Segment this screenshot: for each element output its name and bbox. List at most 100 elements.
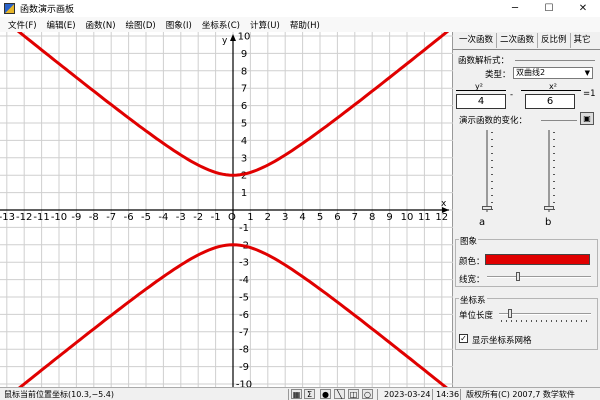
x-tick-label: 7 <box>352 212 358 223</box>
y-tick-label: -9 <box>239 362 249 373</box>
y-tick-label: -6 <box>239 310 249 321</box>
menu-edit[interactable]: 编辑(E) <box>42 19 81 31</box>
unit-tick <box>586 320 587 322</box>
slider-a-tick <box>491 139 493 140</box>
slider-a-tick <box>491 188 493 189</box>
line-tool-icon[interactable]: ╲ <box>334 389 345 399</box>
status-separator <box>460 389 461 400</box>
maximize-button[interactable]: ☐ <box>532 0 566 17</box>
slider-b-tick <box>553 132 555 133</box>
slider-b-tick <box>553 174 555 175</box>
unit-tick <box>506 320 507 322</box>
image-group-label: 图象 <box>459 235 479 247</box>
unit-tick <box>551 320 552 322</box>
grid-checkbox[interactable]: ✓ <box>459 334 468 343</box>
copyright: 版权所有(C) 2007,7 数学软件 <box>466 390 575 399</box>
x-tick-label: -13 <box>0 212 15 223</box>
status-date: 2023-03-24 <box>384 390 431 399</box>
menu-compute[interactable]: 计算(U) <box>245 19 285 31</box>
tab-linear[interactable]: 一次函数 <box>456 33 498 48</box>
slider-b-tick <box>553 146 555 147</box>
x-tick-label: 11 <box>418 212 431 223</box>
unit-thumb[interactable] <box>508 309 513 318</box>
unit-tick <box>576 320 577 322</box>
unit-tick <box>581 320 582 322</box>
point-tool-icon[interactable]: ● <box>320 389 331 399</box>
x-tick-label: -2 <box>193 212 203 223</box>
tab-other[interactable]: 其它 <box>571 33 594 48</box>
fraction-bar-a <box>456 90 506 91</box>
slider-a-tick <box>491 181 493 182</box>
fraction-bar-b <box>521 90 581 91</box>
save-icon[interactable]: ▣ <box>580 112 594 125</box>
x-tick-label: 2 <box>265 212 271 223</box>
polygon-tool-icon[interactable]: ◫ <box>348 389 359 399</box>
curve-type-select[interactable]: 双曲线2 ▼ <box>513 67 593 79</box>
slider-b-label: b <box>545 217 552 228</box>
unit-tick <box>541 320 542 322</box>
menu-function[interactable]: 函数(N) <box>81 19 121 31</box>
x-tick-label: 4 <box>299 212 305 223</box>
x-tick-label: 8 <box>369 212 375 223</box>
tab-inverse[interactable]: 反比例 <box>538 33 571 48</box>
menu-image[interactable]: 图象(I) <box>161 19 197 31</box>
sigma-icon[interactable]: Σ <box>304 389 315 399</box>
linewidth-thumb[interactable] <box>516 272 521 281</box>
color-swatch[interactable] <box>485 254 590 265</box>
plot-svg[interactable]: -13 -12 -11 -10 -9 -8 -7 -6 -5 -4 -3 -2 -1 1 2 3 4 5 6 7 8 9 1… <box>0 6 478 400</box>
linewidth-label: 线宽： <box>459 275 485 285</box>
status-time: 14:36 <box>436 390 460 399</box>
x-axis-label: x <box>441 199 447 209</box>
grid-tool-icon[interactable]: ▦ <box>291 389 302 399</box>
x-tick-label: 10 <box>401 212 414 223</box>
status-separator <box>288 389 289 400</box>
unit-tick <box>511 320 512 322</box>
status-bar: 鼠标当前位置坐标(10.3,−5.4) ▦ Σ ● ╲ ◫ ○ 2023-03-… <box>0 387 600 400</box>
slider-b-track[interactable] <box>548 130 550 212</box>
unit-tick <box>526 320 527 322</box>
y-tick-label: 5 <box>241 119 247 130</box>
window-title: 函数演示画板 <box>20 5 75 15</box>
menu-coordinate[interactable]: 坐标系(C) <box>197 19 245 31</box>
menu-file[interactable]: 文件(F) <box>3 19 42 31</box>
menu-draw[interactable]: 绘图(D) <box>121 19 161 31</box>
circle-tool-icon[interactable]: ○ <box>362 389 373 399</box>
y-tick-label: -4 <box>239 275 249 286</box>
slider-b-tick <box>553 181 555 182</box>
slider-a-tick <box>491 132 493 133</box>
x-tick-label: -6 <box>124 212 134 223</box>
slider-b-tick <box>553 167 555 168</box>
equals-one: =1 <box>583 89 596 99</box>
x-tick-label: 9 <box>386 212 392 223</box>
demo-line <box>541 120 577 121</box>
plot-canvas[interactable]: -13 -12 -11 -10 -9 -8 -7 -6 -5 -4 -3 -2 -1 1 2 3 4 5 6 7 8 9 1… <box>0 6 478 400</box>
x-tick-label: -8 <box>89 212 99 223</box>
menu-help[interactable]: 帮助(H) <box>285 19 325 31</box>
y-axis-arrow <box>230 34 236 41</box>
x-tick-label: -9 <box>71 212 81 223</box>
y-tick-label: -7 <box>239 327 249 338</box>
y-tick-label: 4 <box>241 136 247 147</box>
slider-a-tick <box>491 146 493 147</box>
slider-a-track[interactable] <box>486 130 488 212</box>
y-tick-label: 6 <box>241 101 247 112</box>
x-tick-label: 1 <box>247 212 253 223</box>
a-input[interactable]: 4 <box>456 94 506 109</box>
y-tick-label: 8 <box>241 66 247 77</box>
unit-tick <box>531 320 532 322</box>
origin-label: O <box>228 212 236 223</box>
x-tick-label: -10 <box>51 212 67 223</box>
linewidth-track[interactable] <box>487 276 591 278</box>
unit-tick <box>566 320 567 322</box>
unit-track[interactable] <box>499 313 591 315</box>
slider-a-tick <box>491 209 493 210</box>
grid-checkbox-label: 显示坐标系网格 <box>472 336 532 346</box>
minimize-button[interactable]: ─ <box>498 0 532 17</box>
y-tick-label: -5 <box>239 293 249 304</box>
slider-b-tick <box>553 202 555 203</box>
tab-quadratic[interactable]: 二次函数 <box>497 33 539 48</box>
b-input[interactable]: 6 <box>525 94 575 109</box>
close-button[interactable]: ✕ <box>566 0 600 17</box>
control-panel: 一次函数 二次函数 反比例 其它 函数解析式： 类型： 双曲线2 ▼ y² x²… <box>453 32 600 387</box>
slider-a-tick <box>491 153 493 154</box>
